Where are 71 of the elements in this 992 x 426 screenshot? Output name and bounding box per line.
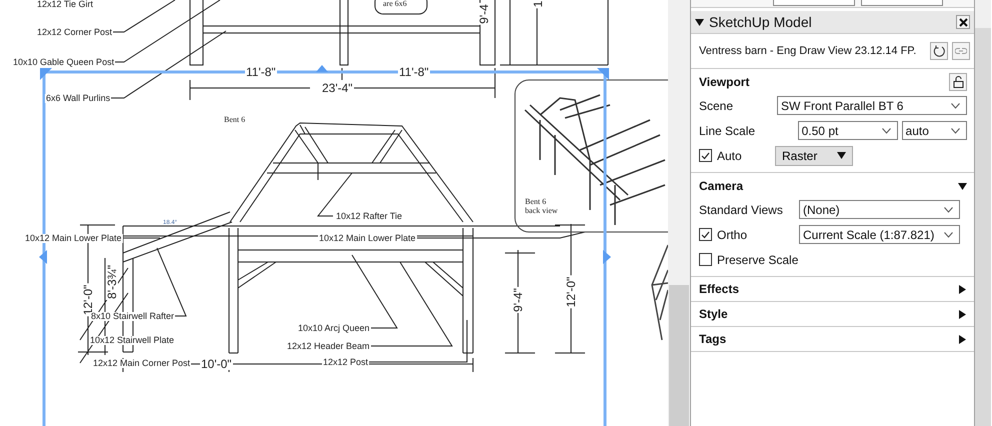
note-label: are 6x6 <box>383 0 407 8</box>
callout-label: 10x12 Rafter Tie <box>335 212 404 221</box>
chevron-down-icon <box>951 128 960 134</box>
panel-title: SketchUp Model <box>709 14 813 30</box>
chevron-down-icon <box>882 128 891 134</box>
dimension-label: 9'-4 <box>478 3 490 25</box>
scrollbar-thumb[interactable] <box>975 28 991 426</box>
callout-label: 12x12 Corner Post <box>36 28 114 37</box>
drawing-title: Bent 6 <box>224 116 246 124</box>
padlock-icon <box>952 76 964 88</box>
expand-triangle-icon[interactable] <box>958 310 967 318</box>
checkbox[interactable] <box>699 253 712 266</box>
close-icon <box>958 18 968 26</box>
lock-button[interactable] <box>949 73 967 91</box>
section-title: Style <box>699 307 728 321</box>
render-mode-button[interactable]: Raster <box>775 146 853 166</box>
line-scale-dropdown[interactable]: 0.50 pt <box>798 121 898 140</box>
callout-label: 12x12 Header Beam <box>286 342 371 351</box>
callout-label: 10x12 Main Lower Plate <box>24 234 123 243</box>
scrollbar-thumb[interactable] <box>669 285 689 426</box>
dimension-label: 12'-0" <box>565 276 577 308</box>
dropdown-field[interactable] <box>861 0 943 6</box>
checkbox[interactable] <box>699 228 712 241</box>
refresh-button[interactable] <box>930 42 948 60</box>
callout-label: 8x10 Stairwell Rafter <box>90 312 176 321</box>
checkbox[interactable] <box>699 149 712 162</box>
section-title: Viewport <box>699 75 750 89</box>
dimension-label: 11'-8" <box>245 66 277 78</box>
callout-label: 10x12 Main Lower Plate <box>318 234 417 243</box>
inset-caption: Bent 6 <box>525 198 546 206</box>
model-file-name: Ventress barn - Eng Draw View 23.12.14 FP. <box>699 45 918 57</box>
callout-label: 12x12 Main Corner Post <box>92 359 192 368</box>
dimension-label: 1 <box>532 0 544 8</box>
dropdown-field[interactable] <box>773 0 855 6</box>
section-title: Camera <box>699 179 744 193</box>
callout-label: 10x10 Gable Queen Post <box>12 58 116 67</box>
collapse-triangle-icon[interactable] <box>695 18 704 26</box>
refresh-icon <box>933 45 945 57</box>
scale-dropdown[interactable]: Current Scale (1:87.821) <box>799 225 960 244</box>
collapse-triangle-icon[interactable] <box>958 182 967 190</box>
callout-label: 12x12 Post <box>322 358 370 367</box>
dimension-label: 11'-8" <box>398 66 430 78</box>
field-label: Standard Views <box>699 202 784 216</box>
dimension-label: 10'-0" <box>200 358 233 370</box>
inset-caption: back view <box>525 207 558 215</box>
checkbox-label: Auto <box>717 148 742 162</box>
section-title: Tags <box>699 332 726 346</box>
panel-header[interactable]: SketchUp Model <box>691 11 974 34</box>
callout-label: 12x12 Tie Girt <box>36 0 94 9</box>
checkbox-label: Ortho <box>717 228 748 242</box>
dimension-label: 9'-4" <box>512 287 524 313</box>
dimension-label: 23'-4" <box>321 82 354 94</box>
callout-label: 10x12 Stairwell Plate <box>89 336 176 345</box>
field-label: Scene <box>699 98 734 112</box>
chevron-down-icon <box>944 206 953 212</box>
chevron-down-icon <box>944 232 953 238</box>
dimension-label: 8'-3¾" <box>106 264 118 300</box>
standard-views-dropdown[interactable]: (None) <box>799 200 960 219</box>
link-icon <box>955 48 967 54</box>
checkbox-label: Preserve Scale <box>717 252 798 266</box>
callout-label: 10x10 Arcj Queen <box>297 324 371 333</box>
scene-dropdown[interactable]: SW Front Parallel BT 6 <box>777 96 967 115</box>
chevron-down-icon <box>951 102 960 108</box>
section-title: Effects <box>699 282 740 296</box>
expand-triangle-icon[interactable] <box>958 334 967 344</box>
callout-label: 6x6 Wall Purlins <box>45 94 112 103</box>
expand-triangle-icon[interactable] <box>958 284 967 294</box>
field-label: Line Scale <box>699 124 756 138</box>
close-button[interactable] <box>956 15 970 29</box>
caret-icon[interactable] <box>837 151 846 160</box>
line-scale-mode-dropdown[interactable]: auto <box>902 121 967 140</box>
